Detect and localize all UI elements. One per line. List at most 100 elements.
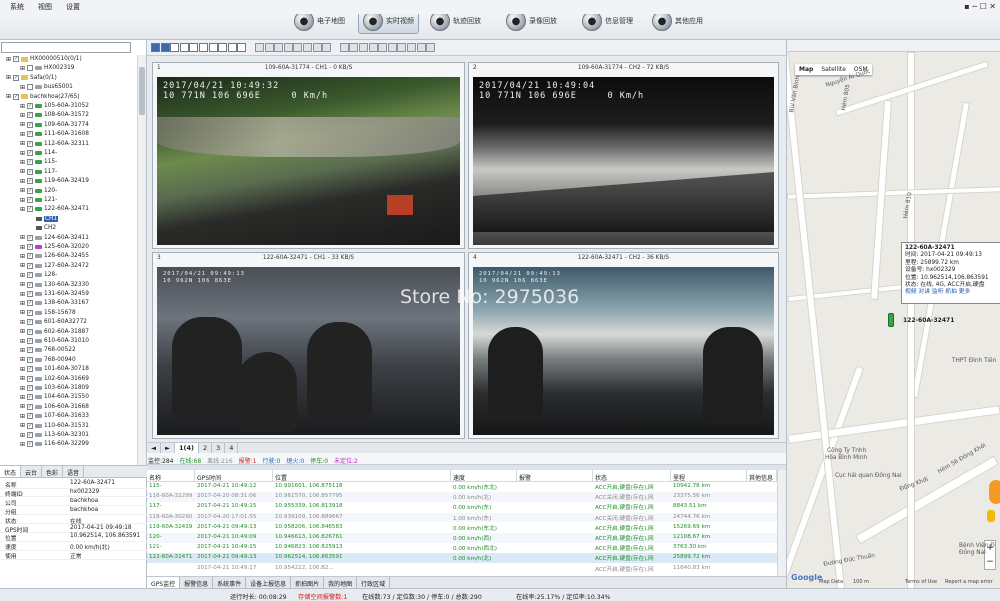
checkbox[interactable]: ✓ (27, 281, 34, 288)
checkbox[interactable]: ✓ (27, 441, 34, 448)
checkbox[interactable]: ✓ (13, 93, 20, 100)
tree-item[interactable]: ⊞ ✓ 130-60A-32330 (20, 281, 89, 289)
tree-item[interactable]: ⊞ ✓ 128- (20, 271, 57, 279)
bottom-tab[interactable]: GPS监控 (147, 577, 181, 588)
next-page-button[interactable]: ► (161, 443, 175, 453)
tree-item[interactable]: ⊞ HX002319 (20, 64, 75, 72)
toolbar-button[interactable] (227, 43, 237, 52)
expand-icon[interactable]: ⊞ (20, 328, 25, 335)
tree-item[interactable]: ⊞ ✓ 110-60A-31531 (20, 422, 89, 430)
checkbox[interactable]: ✓ (27, 328, 34, 335)
checkbox[interactable]: ✓ (27, 394, 34, 401)
tree-item[interactable]: ⊞ ✓ 602-60A-31887 (20, 328, 89, 336)
tree-item[interactable]: ⊞ ✓ 113-60A-32301 (20, 431, 89, 439)
map-footer-item[interactable]: Terms of Use (905, 579, 937, 585)
table-row[interactable]: 118-60A-30290 2017-04-20 17:01:55 10.93910… (147, 512, 777, 523)
tree-item[interactable]: ⊞ ✓ 112-60A-32311 (20, 140, 89, 148)
map-type-map[interactable]: Map (795, 64, 817, 75)
info-tab[interactable]: 状态 (0, 466, 22, 477)
video-frame[interactable]: 2017/04/21 10:49:32 10 771N 106 696E 0 K… (157, 77, 460, 245)
menu-item[interactable]: 设置 (66, 2, 80, 12)
checkbox[interactable]: ✓ (27, 262, 34, 269)
tree-item[interactable]: ⊞ bus65001 (20, 83, 73, 91)
video-panel[interactable]: 4 122-60A-32471 - CH2 - 36 KB/S 2017/04/21… (468, 252, 779, 439)
tree-item[interactable]: ⊞ ✓ 768-00940 (20, 356, 76, 364)
bottom-tab[interactable]: 报警信息 (180, 577, 214, 588)
checkbox[interactable]: ✓ (27, 187, 34, 194)
expand-icon[interactable]: ⊞ (6, 93, 11, 100)
tree-item[interactable]: ⊞ ✓ 102-60A-31669 (20, 375, 89, 383)
tree-item[interactable]: ⊞ ✓ 121- (20, 196, 57, 204)
expand-icon[interactable]: ⊞ (20, 281, 25, 288)
info-tab[interactable]: 色彩 (42, 466, 64, 477)
map-type-satellite[interactable]: Satellite (817, 64, 850, 75)
toolbar-button[interactable] (322, 43, 332, 52)
expand-icon[interactable]: ⊞ (20, 206, 25, 213)
table-row[interactable]: 120- 2017-04-21 10:49:09 10.946613, 106.82… (147, 533, 777, 543)
checkbox[interactable]: ✓ (27, 347, 34, 354)
tree-item[interactable]: ⊞ ✓ 158-15678 (20, 309, 76, 317)
tree-item[interactable]: ⊞ ✓ 108-60A-31572 (20, 111, 89, 119)
toolbar-button[interactable] (170, 43, 180, 52)
tree-item[interactable]: ⊞ ✓ 119-60A-32419 (20, 177, 89, 185)
table-header[interactable]: 位置 (273, 470, 451, 482)
expand-icon[interactable]: ⊞ (20, 432, 25, 439)
table-row[interactable]: 117- 2017-04-21 10:49:15 10.955339, 106.81… (147, 502, 777, 512)
tree-item[interactable]: ⊞ ✓ 103-60A-31809 (20, 384, 89, 392)
info-tab[interactable]: 云台 (21, 466, 43, 477)
toolbar-button[interactable] (416, 43, 426, 52)
table-row[interactable]: 116-60A-32299 2017-04-20 08:31:06 10.96157… (147, 492, 777, 502)
checkbox[interactable]: ✓ (27, 112, 34, 119)
checkbox[interactable]: ✓ (27, 178, 34, 185)
checkbox[interactable]: ✓ (13, 74, 20, 81)
toolbar-button[interactable] (160, 43, 170, 52)
bottom-tab[interactable]: 设备上报信息 (246, 577, 292, 588)
tree-item[interactable]: ⊞ ✓ 125-60A-32020 (20, 243, 89, 251)
prev-page-button[interactable]: ◄ (147, 443, 161, 453)
tree-item[interactable]: ⊞ ✓ 138-60A-33167 (20, 299, 89, 307)
bottom-tab[interactable]: 我的地图 (324, 577, 358, 588)
table-header[interactable]: 里程 (671, 470, 747, 482)
expand-icon[interactable]: ⊞ (20, 366, 25, 373)
expand-icon[interactable]: ⊞ (20, 178, 25, 185)
checkbox[interactable]: ✓ (27, 159, 34, 166)
checkbox[interactable]: ✓ (27, 272, 34, 279)
map-footer-item[interactable]: Report a map error (945, 579, 993, 585)
expand-icon[interactable]: ⊞ (20, 413, 25, 420)
checkbox[interactable]: ✓ (27, 338, 34, 344)
checkbox[interactable]: ✓ (27, 309, 34, 316)
table-header[interactable]: 名称 (147, 470, 195, 482)
checkbox[interactable]: ✓ (27, 140, 34, 147)
checkbox[interactable]: ✓ (27, 356, 34, 363)
checkbox[interactable]: ✓ (27, 319, 34, 326)
toolbar-button[interactable] (349, 43, 359, 52)
checkbox[interactable]: ✓ (27, 300, 34, 307)
expand-icon[interactable]: ⊞ (20, 112, 25, 119)
table-row[interactable]: 2017-04-21 10:49:17 10.954222, 106.82... A… (147, 564, 777, 574)
tree-item[interactable]: ⊞ ✓ 126-60A-32455 (20, 252, 89, 260)
expand-icon[interactable]: ⊞ (20, 197, 25, 204)
expand-icon[interactable]: ⊞ (20, 150, 25, 157)
tree-item[interactable]: ⊞ ✓ 117- (20, 168, 57, 176)
expand-icon[interactable]: ⊞ (20, 234, 25, 241)
toolbar-button[interactable] (407, 43, 416, 52)
page-tab[interactable]: 2 (199, 443, 213, 453)
tree-item[interactable]: ⊞ ✓ 106-60A-31668 (20, 403, 89, 411)
toolbar-button[interactable] (339, 43, 349, 52)
toolbar-button[interactable] (199, 43, 208, 52)
checkbox[interactable]: ✓ (27, 168, 34, 175)
checkbox[interactable] (27, 84, 34, 91)
checkbox[interactable]: ✓ (27, 432, 34, 438)
table-row[interactable]: 119-60A-32419 2017-04-21 09:49:13 10.95820… (147, 523, 777, 533)
expand-icon[interactable]: ⊞ (20, 319, 25, 326)
expand-icon[interactable]: ⊞ (20, 403, 25, 410)
tree-item[interactable]: ⊞ ✓ 116-60A-32299 (20, 440, 89, 448)
menu-item[interactable]: 视图 (38, 2, 52, 12)
popup-links[interactable]: 视频 对讲 监听 抓拍 更多 (905, 289, 997, 296)
toolbar-button[interactable] (151, 43, 160, 52)
tree-item[interactable]: ⊞ ✓ 104-60A-31550 (20, 393, 89, 401)
expand-icon[interactable]: ⊞ (20, 356, 25, 363)
checkbox[interactable]: ✓ (27, 403, 34, 410)
tree-item[interactable]: CH2 (34, 224, 56, 232)
street-view-icon[interactable] (987, 510, 995, 522)
